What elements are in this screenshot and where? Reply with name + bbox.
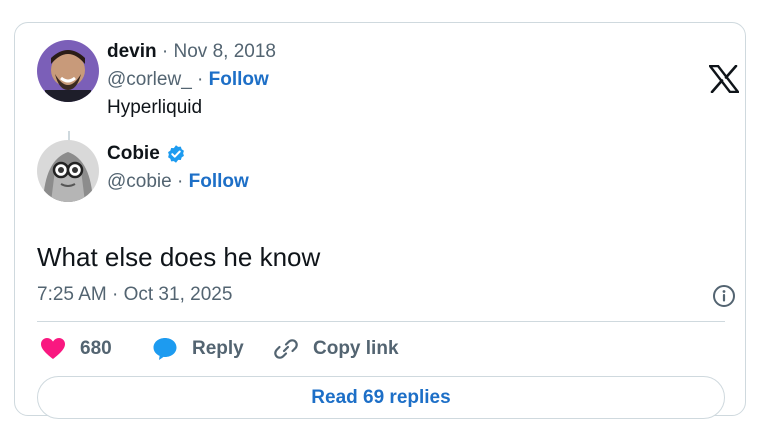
parent-date[interactable]: Nov 8, 2018 xyxy=(174,41,276,62)
like-button[interactable]: 680 xyxy=(40,335,112,363)
tweet-header: Cobie xyxy=(107,142,186,166)
parent-header: devin · Nov 8, 2018 xyxy=(107,40,276,64)
verified-badge-icon xyxy=(167,145,184,163)
parent-handle-row: @corlew_ · Follow xyxy=(107,69,269,90)
copy-link-button[interactable]: Copy link xyxy=(273,335,399,363)
tweet-separator: · xyxy=(177,171,184,192)
reply-button[interactable]: Reply xyxy=(152,335,244,363)
read-replies-button[interactable]: Read 69 replies xyxy=(37,376,725,419)
tweet-timestamp[interactable]: 7:25 AM · Oct 31, 2025 xyxy=(37,283,232,307)
copy-link-label: Copy link xyxy=(313,338,399,359)
like-count: 680 xyxy=(80,338,112,359)
divider xyxy=(37,321,725,322)
link-icon xyxy=(274,339,298,359)
heart-icon xyxy=(41,338,65,359)
parent-tweet-text: Hyperliquid xyxy=(107,97,203,118)
tweet-handle-row: @cobie · Follow xyxy=(107,170,249,194)
parent-handle[interactable]: @corlew_ xyxy=(107,69,192,90)
parent-follow-button[interactable]: Follow xyxy=(209,69,269,90)
tweet-handle[interactable]: @cobie xyxy=(107,171,172,192)
tweet-follow-button[interactable]: Follow xyxy=(189,171,249,192)
cobie-avatar-image xyxy=(37,140,99,202)
cobie-avatar[interactable] xyxy=(37,140,99,202)
tweet-author-name[interactable]: Cobie xyxy=(107,142,160,166)
embedded-tweet-card: devin · Nov 8, 2018 @corlew_ · Follow Hy… xyxy=(14,22,746,419)
devin-avatar[interactable] xyxy=(37,40,99,102)
devin-avatar-image xyxy=(37,40,99,102)
tweet-text: What else does he know xyxy=(37,242,321,272)
x-logo-icon[interactable] xyxy=(709,65,739,93)
reply-label: Reply xyxy=(192,338,244,359)
parent-separator: · xyxy=(161,41,169,62)
parent-author-name[interactable]: devin xyxy=(107,41,157,62)
speech-bubble-icon xyxy=(153,338,177,360)
info-icon[interactable] xyxy=(712,284,736,308)
